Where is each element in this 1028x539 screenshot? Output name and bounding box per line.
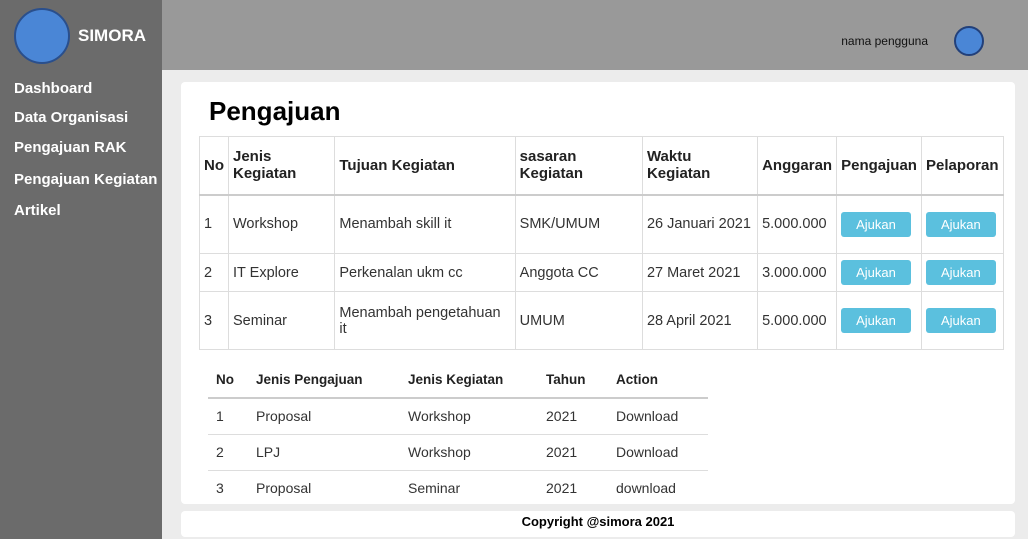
ajukan-pengajuan-button[interactable]: Ajukan bbox=[841, 260, 911, 285]
sidebar-item-artikel[interactable]: Artikel bbox=[14, 202, 61, 219]
col-header-tujuan-kegiatan: Tujuan Kegiatan bbox=[334, 136, 516, 196]
cell-jenis: Seminar bbox=[227, 291, 336, 350]
cell-anggaran: 5.000.000 bbox=[757, 291, 838, 350]
col-header-action: Action bbox=[608, 362, 708, 399]
ajukan-pengajuan-button[interactable]: Ajukan bbox=[841, 308, 911, 333]
table-header-row: No Jenis Pengajuan Jenis Kegiatan Tahun … bbox=[208, 362, 708, 399]
cell-no: 1 bbox=[208, 398, 248, 435]
cell-tujuan: Menambah skill it bbox=[334, 194, 516, 254]
col-header-no: No bbox=[208, 362, 248, 399]
col-header-waktu-kegiatan: Waktu Kegiatan bbox=[641, 136, 759, 196]
table-row: 3 Seminar Menambah pengetahuan it UMUM 2… bbox=[199, 291, 1005, 350]
page-title: Pengajuan bbox=[209, 96, 341, 126]
username-label[interactable]: nama pengguna bbox=[841, 34, 928, 48]
cell-anggaran: 5.000.000 bbox=[757, 194, 838, 254]
download-link[interactable]: Download bbox=[608, 434, 708, 471]
table-row: 1 Workshop Menambah skill it SMK/UMUM 26… bbox=[199, 194, 1005, 254]
col-header-sasaran-kegiatan: sasaran Kegiatan bbox=[514, 136, 643, 196]
ajukan-pelaporan-button[interactable]: Ajukan bbox=[925, 211, 996, 237]
brand[interactable]: SIMORA bbox=[14, 8, 146, 64]
cell-pengajuan: Ajukan bbox=[836, 194, 922, 254]
cell-jenis-kegiatan: Workshop bbox=[400, 434, 538, 471]
cell-waktu: 27 Maret 2021 bbox=[641, 253, 759, 292]
col-header-jenis-kegiatan: Jenis Kegiatan bbox=[227, 136, 336, 196]
cell-jenis-kegiatan: Seminar bbox=[408, 480, 461, 497]
cell-tahun: 2021 bbox=[538, 398, 608, 435]
table-header-row: No Jenis Kegiatan Tujuan Kegiatan sasara… bbox=[199, 136, 1005, 196]
main-panel: Pengajuan No Jenis Kegiatan Tujuan Kegia… bbox=[181, 82, 1015, 504]
table-row: 3 Proposal Seminar 2021 download bbox=[208, 470, 708, 506]
cell-pengajuan: Ajukan bbox=[836, 291, 922, 350]
table-row: 1 Proposal Workshop 2021 Download bbox=[208, 398, 708, 435]
cell-jenis-pengajuan: LPJ bbox=[248, 434, 400, 471]
footer: Copyright @simora 2021 bbox=[181, 511, 1015, 537]
col-header-no: No bbox=[199, 136, 229, 196]
cell-waktu: 26 Januari 2021 bbox=[641, 194, 759, 254]
download-link[interactable]: download bbox=[608, 470, 708, 506]
sidebar: SIMORA Dashboard Data Organisasi Pengaju… bbox=[0, 0, 162, 539]
table-row: 2 LPJ Workshop 2021 Download bbox=[208, 434, 708, 471]
cell-no: 2 bbox=[208, 434, 248, 471]
cell-pelaporan: Ajukan bbox=[920, 194, 1005, 254]
ajukan-pelaporan-button[interactable]: Ajukan bbox=[925, 308, 996, 333]
ajukan-pengajuan-button[interactable]: Ajukan bbox=[841, 211, 911, 237]
cell-no: 1 bbox=[199, 194, 229, 254]
cell-pelaporan: Ajukan bbox=[920, 253, 1005, 292]
sidebar-item-dashboard[interactable]: Dashboard bbox=[14, 80, 92, 97]
app-logo bbox=[14, 8, 70, 64]
cell-jenis-kegiatan: Workshop bbox=[400, 398, 538, 435]
avatar[interactable] bbox=[954, 26, 984, 56]
col-header-pelaporan: Pelaporan bbox=[920, 136, 1005, 196]
cell-no: 2 bbox=[199, 253, 229, 292]
cell-tujuan: Perkenalan ukm cc bbox=[334, 253, 516, 292]
app-name: SIMORA bbox=[78, 26, 146, 45]
col-header-jenis-pengajuan: Jenis Pengajuan bbox=[248, 362, 400, 399]
cell-pelaporan: Ajukan bbox=[920, 291, 1005, 350]
cell-tahun: 2021 bbox=[538, 434, 608, 471]
cell-jenis-pengajuan: Proposal bbox=[256, 480, 312, 497]
cell-no: 3 bbox=[199, 291, 229, 350]
cell-no: 3 bbox=[216, 480, 224, 497]
copyright-text: Copyright @simora 2021 bbox=[521, 514, 675, 529]
top-header: nama pengguna bbox=[162, 0, 1028, 70]
table-row: 2 IT Explore Perkenalan ukm cc Anggota C… bbox=[199, 253, 1005, 292]
col-header-jenis-kegiatan: Jenis Kegiatan bbox=[400, 362, 538, 399]
cell-tujuan: Menambah pengetahuan it bbox=[334, 291, 516, 350]
cell-jenis: Workshop bbox=[227, 194, 336, 254]
cell-jenis-pengajuan: Proposal bbox=[248, 398, 400, 435]
cell-sasaran: Anggota CC bbox=[514, 253, 643, 292]
col-header-tahun: Tahun bbox=[538, 362, 608, 399]
activities-table: No Jenis Kegiatan Tujuan Kegiatan sasara… bbox=[199, 136, 1005, 350]
download-link[interactable]: Download bbox=[608, 398, 708, 435]
cell-pengajuan: Ajukan bbox=[836, 253, 922, 292]
sidebar-item-data-organisasi[interactable]: Data Organisasi bbox=[14, 109, 128, 126]
col-header-pengajuan: Pengajuan bbox=[836, 136, 922, 196]
documents-table: No Jenis Pengajuan Jenis Kegiatan Tahun … bbox=[208, 362, 708, 506]
cell-sasaran: UMUM bbox=[514, 291, 643, 350]
cell-jenis: IT Explore bbox=[227, 253, 336, 292]
sidebar-item-pengajuan-rak[interactable]: Pengajuan RAK bbox=[14, 139, 127, 156]
ajukan-pelaporan-button[interactable]: Ajukan bbox=[925, 260, 996, 285]
cell-sasaran: SMK/UMUM bbox=[514, 194, 643, 254]
cell-anggaran: 3.000.000 bbox=[757, 253, 838, 292]
cell-tahun: 2021 bbox=[546, 480, 578, 497]
col-header-anggaran: Anggaran bbox=[757, 136, 838, 196]
cell-waktu: 28 April 2021 bbox=[641, 291, 759, 350]
sidebar-item-pengajuan-kegiatan[interactable]: Pengajuan Kegiatan bbox=[14, 171, 157, 188]
